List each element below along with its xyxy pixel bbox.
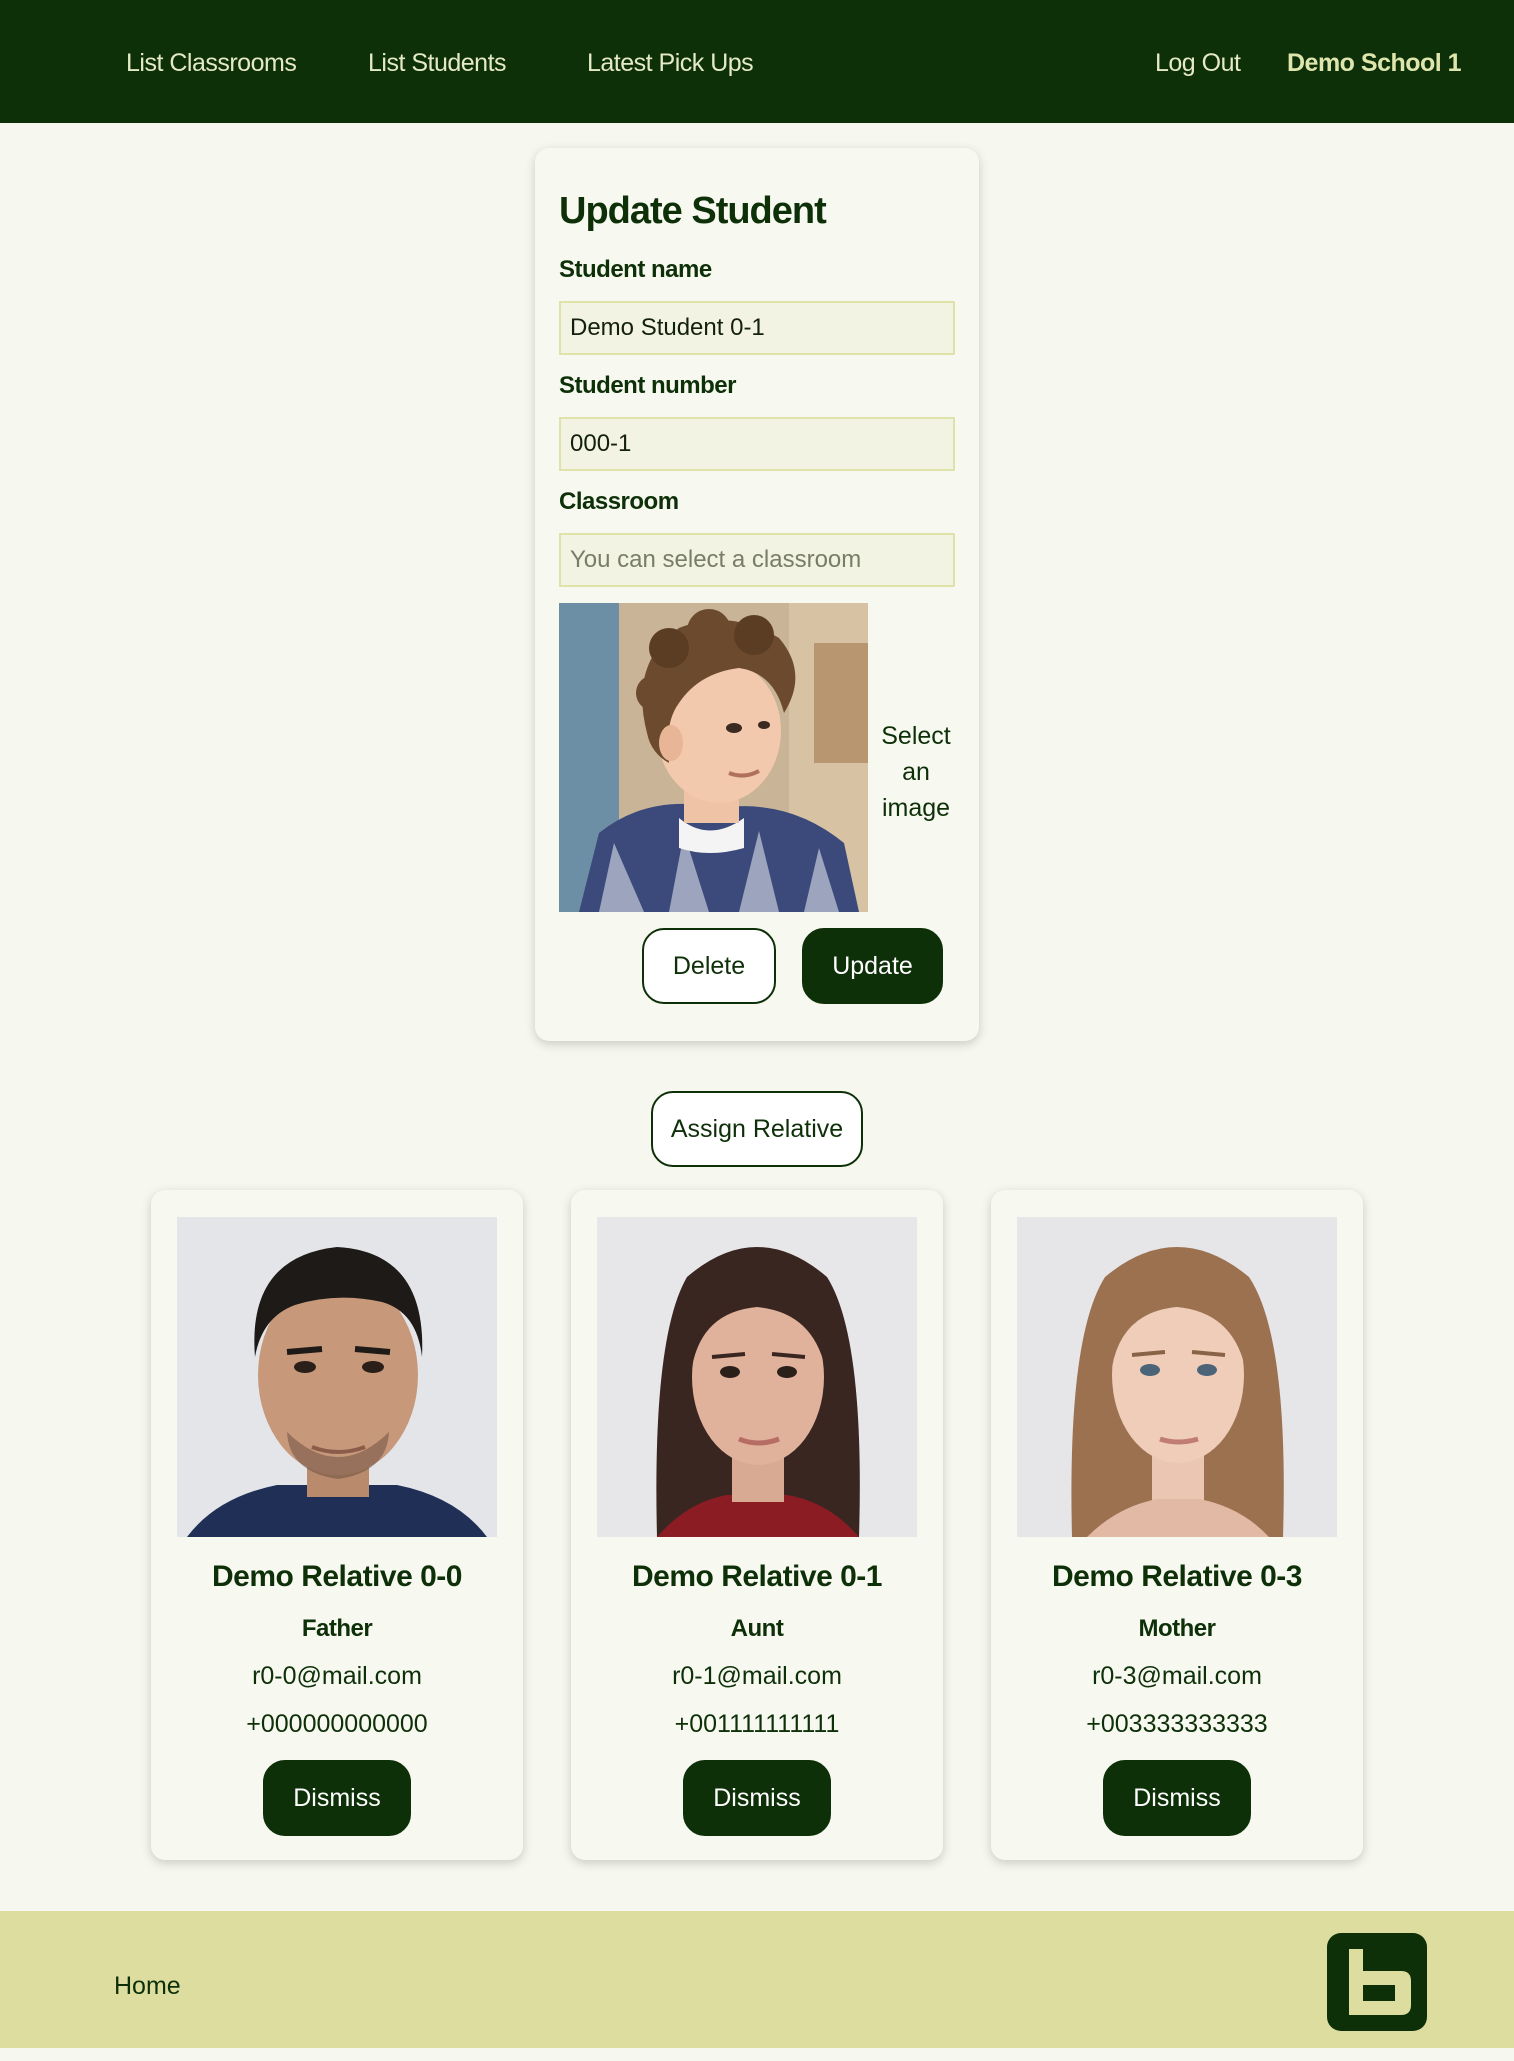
dismiss-button[interactable]: Dismiss xyxy=(263,1760,411,1836)
delete-button[interactable]: Delete xyxy=(642,928,776,1004)
relative-card: Demo Relative 0-1 Aunt r0-1@mail.com +00… xyxy=(571,1190,943,1860)
relative-email: r0-1@mail.com xyxy=(672,1662,842,1690)
nav-link-list-classrooms[interactable]: List Classrooms xyxy=(126,0,297,123)
relative-email: r0-3@mail.com xyxy=(1092,1662,1262,1690)
select-image-button[interactable]: Select an image xyxy=(868,718,964,826)
relative-phone: +003333333333 xyxy=(1086,1710,1268,1738)
page-title: Update Student xyxy=(559,190,827,232)
school-name[interactable]: Demo School 1 xyxy=(1287,0,1462,123)
relative-role: Aunt xyxy=(730,1615,784,1642)
relative-photo xyxy=(1017,1217,1337,1537)
nav-link-list-students[interactable]: List Students xyxy=(368,0,507,123)
nav-link-latest-pick-ups[interactable]: Latest Pick Ups xyxy=(587,0,754,123)
student-number-label: Student number xyxy=(559,372,737,399)
top-navbar: List Classrooms List Students Latest Pic… xyxy=(0,0,1514,123)
relative-card: Demo Relative 0-3 Mother r0-3@mail.com +… xyxy=(991,1190,1363,1860)
relative-photo xyxy=(177,1217,497,1537)
footer-home-link[interactable]: Home xyxy=(114,1911,181,2061)
app-logo-icon[interactable] xyxy=(1327,1933,1427,2031)
nav-link-log-out[interactable]: Log Out xyxy=(1155,0,1241,123)
relative-email: r0-0@mail.com xyxy=(252,1662,422,1690)
relative-role: Father xyxy=(301,1615,373,1642)
update-student-card: Update Student Student name Student numb… xyxy=(535,148,979,1041)
relative-phone: +001111111111 xyxy=(674,1710,840,1738)
relative-name: Demo Relative 0-0 xyxy=(212,1560,462,1593)
relative-name: Demo Relative 0-1 xyxy=(632,1560,882,1593)
student-number-input[interactable] xyxy=(559,417,955,471)
dismiss-button[interactable]: Dismiss xyxy=(683,1760,831,1836)
assign-relative-button[interactable]: Assign Relative xyxy=(651,1091,863,1167)
dismiss-button[interactable]: Dismiss xyxy=(1103,1760,1251,1836)
relative-role: Mother xyxy=(1138,1615,1217,1642)
relative-card: Demo Relative 0-0 Father r0-0@mail.com +… xyxy=(151,1190,523,1860)
relative-name: Demo Relative 0-3 xyxy=(1052,1560,1302,1593)
footer: Home xyxy=(0,1911,1514,2048)
update-button[interactable]: Update xyxy=(802,928,943,1004)
student-name-input[interactable] xyxy=(559,301,955,355)
student-name-label: Student name xyxy=(559,256,712,283)
relative-photo xyxy=(597,1217,917,1537)
classroom-label: Classroom xyxy=(559,488,679,515)
relative-phone: +000000000000 xyxy=(246,1710,428,1738)
classroom-select[interactable] xyxy=(559,533,955,587)
student-photo xyxy=(559,603,868,912)
